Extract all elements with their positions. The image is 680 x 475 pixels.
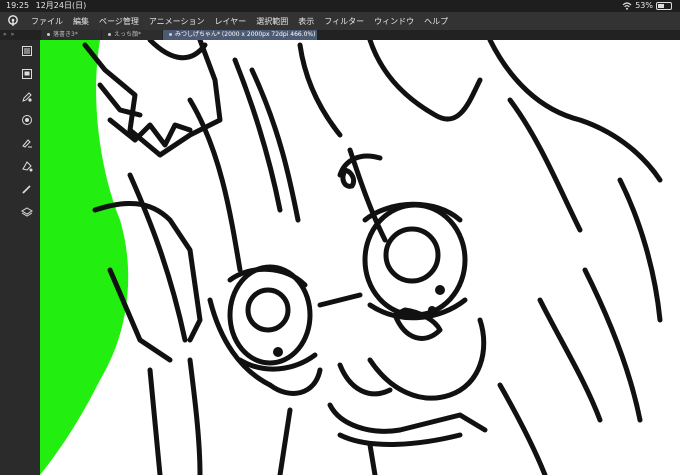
color-wheel-icon[interactable] [20, 113, 34, 127]
tab-doc-2[interactable]: えっち顔* [102, 30, 162, 40]
tab-doc-3-active[interactable]: みつしげちゃん* (2000 x 2000px 72dpi 466.0%) [163, 30, 317, 40]
menu-page[interactable]: ページ管理 [94, 16, 144, 27]
layers-stack-icon[interactable] [20, 205, 34, 219]
menu-bar: ファイル 編集 ページ管理 アニメーション レイヤー 選択範囲 表示 フィルター… [0, 12, 680, 30]
fill-tool-icon[interactable] [20, 159, 34, 173]
battery-percent: 53% [635, 1, 653, 10]
menu-filter[interactable]: フィルター [319, 16, 369, 27]
menu-selection[interactable]: 選択範囲 [251, 16, 293, 27]
menu-view[interactable]: 表示 [293, 16, 319, 27]
menu-window[interactable]: ウィンドウ [369, 16, 419, 27]
tool-sidebar [0, 40, 40, 475]
line-art-illustration [40, 40, 663, 475]
layer-panel-icon[interactable] [20, 44, 34, 58]
tab-close-icon[interactable] [169, 33, 172, 36]
drawing-canvas[interactable] [40, 40, 680, 475]
document-tab-bar: » » 落書き3* えっち顔* みつしげちゃん* (2000 x 2000px … [0, 30, 680, 40]
tab-doc-1[interactable]: 落書き3* [41, 30, 101, 40]
app-logo-icon[interactable] [0, 12, 26, 30]
menu-animation[interactable]: アニメーション [144, 16, 210, 27]
status-time: 19:25 [6, 1, 30, 10]
collapse-panels-icon[interactable]: » » [0, 30, 41, 40]
pen-tool-icon[interactable] [20, 90, 34, 104]
navigator-icon[interactable] [20, 67, 34, 81]
status-date: 12月24日(日) [35, 1, 87, 10]
tab-label: みつしげちゃん* (2000 x 2000px 72dpi 466.0%) [175, 31, 316, 38]
tab-label: 落書き3* [53, 31, 78, 38]
tab-label: えっち顔* [114, 31, 142, 38]
menu-help[interactable]: ヘルプ [419, 16, 453, 27]
menu-edit[interactable]: 編集 [68, 16, 94, 27]
battery-icon [656, 2, 672, 10]
tab-close-icon[interactable] [108, 33, 111, 36]
status-bar: 19:25 12月24日(日) 53% [0, 0, 680, 12]
pencil-icon[interactable] [20, 182, 34, 196]
menu-layer[interactable]: レイヤー [210, 16, 252, 27]
tab-close-icon[interactable] [47, 33, 50, 36]
menu-file[interactable]: ファイル [26, 16, 68, 27]
brush-tool-icon[interactable] [20, 136, 34, 150]
wifi-icon [622, 2, 632, 10]
battery-fill [658, 4, 664, 8]
